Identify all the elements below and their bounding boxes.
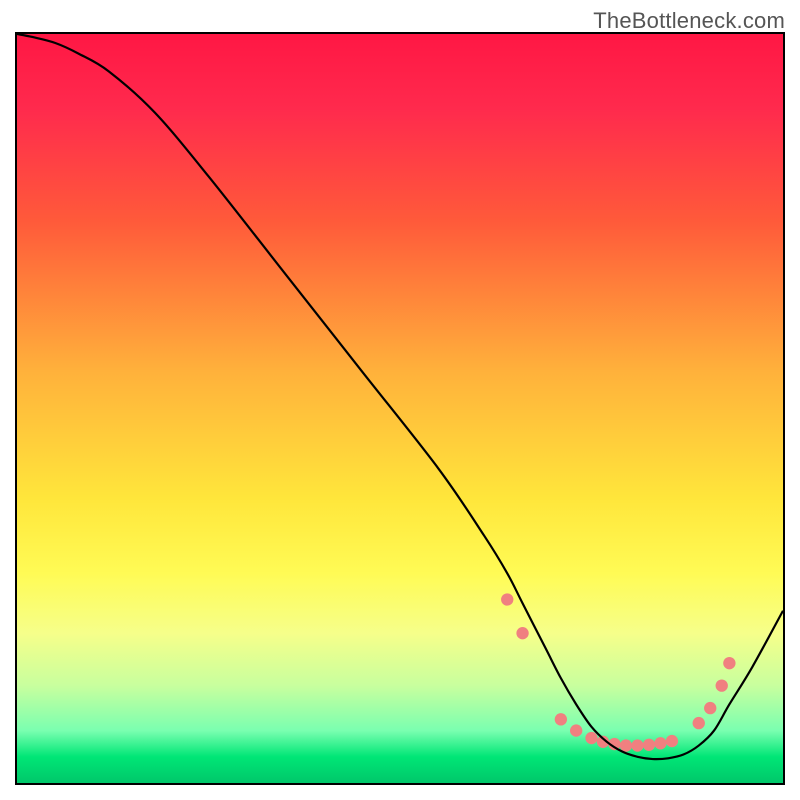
valley-marker-dot — [723, 657, 735, 669]
valley-marker-dot — [631, 739, 643, 751]
valley-marker-dot — [516, 627, 528, 639]
plot-area — [15, 32, 785, 785]
valley-markers — [501, 593, 735, 751]
valley-marker-dot — [620, 739, 632, 751]
bottleneck-curve — [17, 34, 783, 759]
valley-marker-dot — [570, 724, 582, 736]
valley-marker-dot — [555, 713, 567, 725]
valley-marker-dot — [716, 679, 728, 691]
valley-marker-dot — [704, 702, 716, 714]
curve-layer — [17, 34, 783, 783]
valley-marker-dot — [585, 732, 597, 744]
valley-marker-dot — [654, 737, 666, 749]
valley-marker-dot — [666, 735, 678, 747]
valley-marker-dot — [693, 717, 705, 729]
valley-marker-dot — [643, 739, 655, 751]
bottleneck-chart: TheBottleneck.com — [0, 0, 800, 800]
valley-marker-dot — [501, 593, 513, 605]
watermark-text: TheBottleneck.com — [593, 8, 785, 34]
